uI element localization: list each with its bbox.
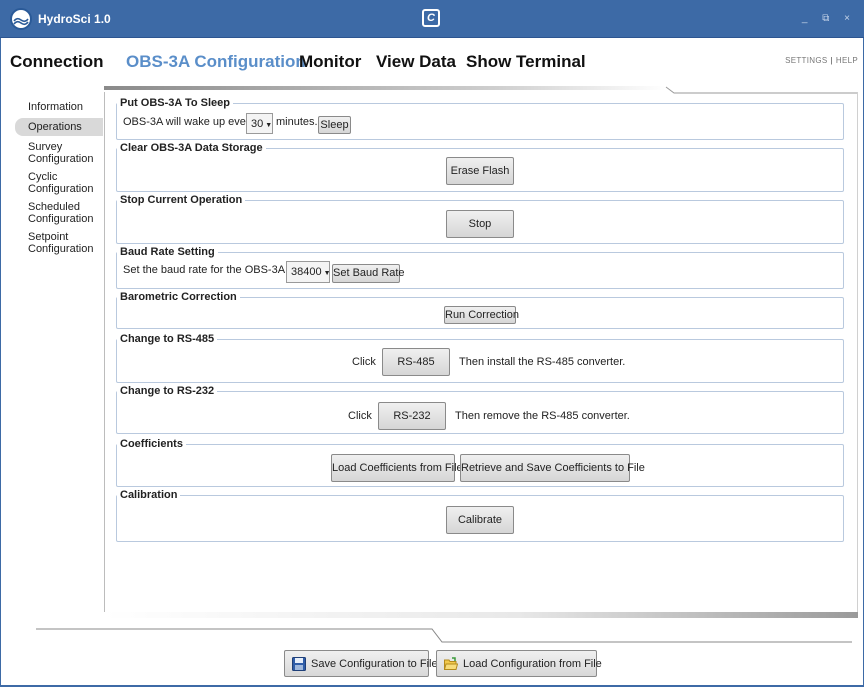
floppy-disk-icon	[292, 657, 306, 671]
baud-rate-group-title: Baud Rate Setting	[120, 246, 215, 258]
sleep-text-before: OBS-3A will wake up every	[123, 116, 256, 128]
baud-rate-value: 38400	[291, 266, 322, 278]
sleep-group-title: Put OBS-3A To Sleep	[120, 97, 231, 109]
erase-flash-button[interactable]: Erase Flash	[446, 157, 514, 185]
rs232-group-title: Change to RS-232	[120, 385, 215, 397]
settings-link[interactable]: SETTINGS	[785, 56, 827, 65]
sleep-text-after: minutes.	[276, 116, 318, 128]
load-configuration-label: Load Configuration from File	[463, 658, 602, 670]
run-correction-button[interactable]: Run Correction	[444, 306, 519, 324]
side-item-scheduled-configuration[interactable]: Scheduled Configuration	[15, 200, 95, 226]
top-links-separator: |	[830, 56, 833, 65]
rs485-instruction-text: Then install the RS-485 converter.	[459, 356, 626, 368]
sleep-minutes-dropdown[interactable]: 30 ▼	[246, 113, 273, 134]
rs232-click-text: Click	[348, 410, 372, 422]
panel-bottom-bar	[104, 612, 858, 618]
set-baud-rate-button[interactable]: Set Baud Rate	[332, 264, 405, 283]
tab-show-terminal[interactable]: Show Terminal	[466, 52, 586, 72]
open-folder-icon	[443, 657, 459, 671]
footer-separator	[36, 628, 852, 643]
side-item-cyclic-configuration[interactable]: Cyclic Configuration	[15, 170, 95, 196]
save-configuration-label: Save Configuration to File	[311, 658, 438, 670]
tab-obs3a-configuration[interactable]: OBS-3A Configuration	[126, 52, 306, 72]
stop-operation-group-title: Stop Current Operation	[120, 194, 243, 206]
rs232-button[interactable]: RS-232	[378, 402, 446, 430]
clear-storage-group-title: Clear OBS-3A Data Storage	[120, 142, 263, 154]
sleep-minutes-value: 30	[251, 118, 264, 130]
hydrosci-logo-icon	[10, 8, 32, 30]
coefficients-group-title: Coefficients	[120, 438, 183, 450]
rs485-click-text: Click	[352, 356, 376, 368]
window-controls[interactable]: _ ⧉ ×	[802, 13, 856, 24]
calibrate-button[interactable]: Calibrate	[446, 506, 514, 534]
campbell-logo-icon: C	[422, 9, 440, 27]
sleep-button[interactable]: Sleep	[318, 116, 351, 134]
side-item-survey-configuration[interactable]: Survey Configuration	[15, 140, 95, 166]
rs485-button[interactable]: RS-485	[382, 348, 450, 376]
tab-view-data[interactable]: View Data	[376, 52, 456, 72]
rs232-instruction-text: Then remove the RS-485 converter.	[455, 410, 630, 422]
app-title: HydroSci 1.0	[38, 12, 111, 26]
rs485-group-title: Change to RS-485	[120, 333, 215, 345]
load-coefficients-button[interactable]: Load Coefficients from File	[331, 454, 463, 482]
chevron-down-icon: ▼	[323, 270, 331, 277]
side-menu: Information Operations Survey Configurat…	[15, 100, 103, 260]
barometric-correction-group-title: Barometric Correction	[120, 291, 237, 303]
baud-rate-text: Set the baud rate for the OBS-3A to	[123, 264, 297, 276]
calibration-group-title: Calibration	[120, 489, 178, 501]
save-configuration-button[interactable]: Save Configuration to File	[284, 650, 438, 677]
side-item-setpoint-configuration[interactable]: Setpoint Configuration	[15, 230, 95, 256]
top-links: SETTINGS | HELP	[785, 56, 858, 65]
window-frame-left	[0, 38, 1, 687]
chevron-down-icon: ▼	[265, 122, 273, 129]
tab-connection[interactable]: Connection	[10, 52, 104, 72]
stop-button[interactable]: Stop	[446, 210, 514, 238]
title-bar: HydroSci 1.0 C _ ⧉ ×	[0, 0, 864, 38]
load-configuration-button[interactable]: Load Configuration from File	[436, 650, 602, 677]
tab-monitor[interactable]: Monitor	[299, 52, 361, 72]
help-link[interactable]: HELP	[836, 56, 858, 65]
side-item-operations[interactable]: Operations	[15, 118, 103, 136]
retrieve-save-coefficients-button[interactable]: Retrieve and Save Coefficients to File	[460, 454, 645, 482]
side-item-information[interactable]: Information	[15, 100, 103, 114]
baud-rate-dropdown[interactable]: 38400 ▼	[286, 261, 331, 283]
